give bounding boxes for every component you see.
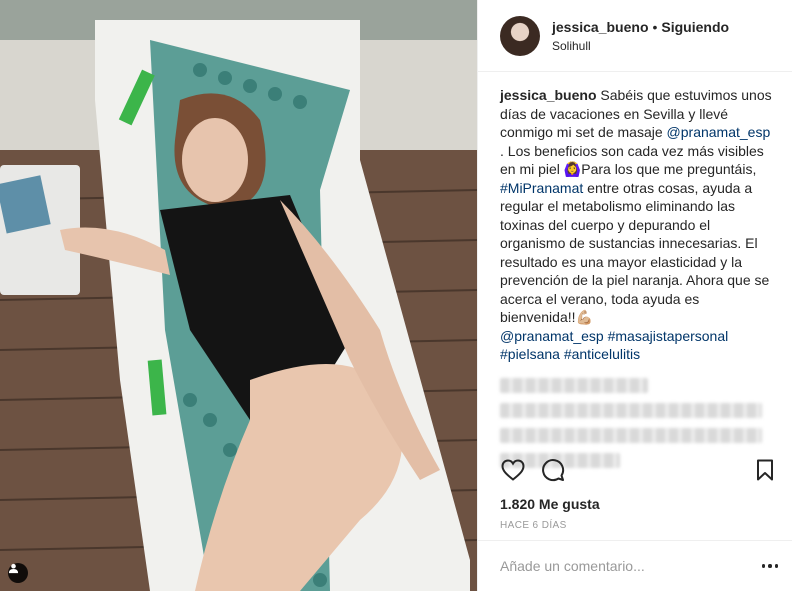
more-options-button[interactable]: [758, 556, 782, 576]
comment-input[interactable]: [500, 558, 758, 574]
more-options-icon: [774, 564, 779, 568]
post-header: jessica_bueno • Siguiendo Solihull: [478, 0, 792, 72]
blurred-comment: [500, 427, 762, 443]
more-options-icon: [761, 564, 766, 568]
comment-button[interactable]: [540, 457, 566, 483]
bookmark-icon: [757, 459, 773, 481]
separator-dot: •: [652, 18, 658, 35]
caption-text-2: . Los beneficios son cada vez más visibl…: [500, 142, 764, 178]
comments-section: jessica_bueno Sabéis que estuvimos unos …: [478, 72, 792, 468]
action-bar: [500, 457, 778, 487]
tag-mention-link[interactable]: @pranamat_esp: [500, 328, 604, 344]
comment-bubble-icon: [542, 459, 565, 482]
user-tag-icon: [8, 563, 19, 574]
post-details-panel: jessica_bueno • Siguiendo Solihull jessica…: [477, 0, 792, 591]
avatar[interactable]: [500, 15, 540, 56]
location-link[interactable]: Solihull: [552, 38, 729, 54]
post-photo[interactable]: [0, 0, 477, 591]
hashtag-link[interactable]: #MiPranamat: [500, 180, 583, 196]
user-tag-button[interactable]: [8, 563, 28, 583]
caption-text-3: entre otras cosas, ayuda a regular el me…: [500, 179, 770, 326]
caption-username[interactable]: jessica_bueno: [500, 87, 597, 103]
hashtag-link[interactable]: #anticelulitis: [564, 346, 640, 362]
post-timestamp[interactable]: HACE 6 DÍAS: [500, 520, 567, 531]
blurred-comments: [500, 377, 778, 468]
follow-status-button[interactable]: Siguiendo: [661, 19, 729, 35]
blurred-comment: [500, 377, 648, 393]
blurred-comment: [500, 402, 762, 418]
hashtag-link[interactable]: #masajistapersonal: [608, 328, 729, 344]
mention-link[interactable]: @pranamat_esp: [667, 124, 771, 140]
caption: jessica_bueno Sabéis que estuvimos unos …: [500, 86, 778, 364]
save-button[interactable]: [752, 457, 778, 483]
add-comment-bar: [478, 540, 792, 591]
photo-illustration: [0, 0, 477, 591]
author-username[interactable]: jessica_bueno: [552, 19, 649, 35]
more-options-icon: [768, 564, 772, 568]
like-button[interactable]: [500, 457, 526, 483]
likes-count[interactable]: 1.820 Me gusta: [500, 496, 600, 512]
heart-icon: [501, 459, 525, 481]
hashtag-link[interactable]: #pielsana: [500, 346, 560, 362]
